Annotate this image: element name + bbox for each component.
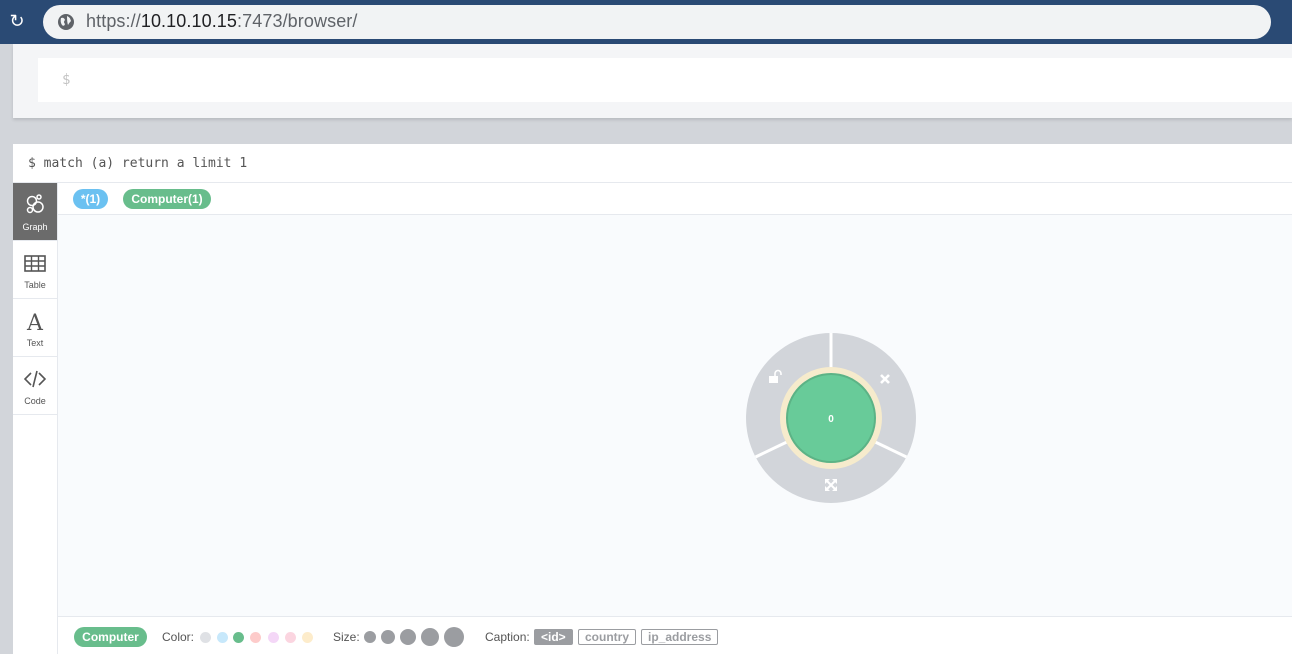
url-path: :7473/browser/ — [237, 11, 358, 31]
graph-canvas[interactable]: 0 — [58, 215, 1292, 616]
color-swatch[interactable] — [200, 632, 211, 643]
url-host: 10.10.10.15 — [140, 11, 238, 31]
reload-icon[interactable]: ↻ — [6, 10, 28, 32]
view-label-table: Table — [24, 280, 46, 290]
pill-all-nodes[interactable]: *(1) — [73, 189, 108, 209]
node-context-menu: 0 — [746, 333, 916, 503]
legend-label-tag[interactable]: Computer — [74, 627, 147, 647]
frame-query[interactable]: $ match (a) return a limit 1 — [28, 156, 247, 171]
color-swatch[interactable] — [217, 632, 228, 643]
label-pills-bar: *(1) Computer(1) — [58, 183, 1292, 215]
node-caption: 0 — [828, 414, 834, 425]
view-button-table[interactable]: Table — [13, 241, 57, 299]
color-label: Color: — [162, 630, 195, 644]
caption-option-id[interactable]: <id> — [534, 629, 573, 645]
caption-option-country[interactable]: country — [578, 629, 637, 645]
editor-prompt: $ — [62, 72, 71, 88]
svg-text:A: A — [26, 311, 44, 333]
graph-icon — [26, 194, 44, 214]
size-option[interactable] — [444, 627, 464, 647]
address-bar[interactable]: https://10.10.10.15:7473/browser/ — [43, 5, 1271, 39]
color-swatch[interactable] — [250, 632, 261, 643]
editor-panel: $ — [13, 44, 1292, 118]
size-option[interactable] — [381, 630, 395, 644]
view-button-text[interactable]: A Text — [13, 299, 57, 357]
size-option[interactable] — [364, 631, 376, 643]
size-option[interactable] — [400, 629, 416, 645]
caption-option-ip-address[interactable]: ip_address — [641, 629, 719, 645]
browser-toolbar: ↻ https://10.10.10.15:7473/browser/ — [0, 0, 1292, 44]
text-icon: A — [26, 311, 44, 333]
globe-icon — [58, 14, 74, 30]
url-scheme: https:// — [86, 11, 141, 31]
size-option[interactable] — [421, 628, 439, 646]
frame-title-bar: $ match (a) return a limit 1 — [13, 144, 1292, 183]
view-sidebar: Graph Table A Text Code — [13, 183, 58, 654]
color-swatch[interactable] — [233, 632, 244, 643]
query-editor[interactable]: $ — [38, 58, 1292, 102]
view-label-text: Text — [26, 338, 44, 348]
color-swatch[interactable] — [268, 632, 279, 643]
view-label-code: Code — [24, 396, 46, 406]
caption-label: Caption: — [485, 630, 530, 644]
size-label: Size: — [333, 630, 360, 644]
result-frame: $ match (a) return a limit 1 Graph Table — [13, 144, 1292, 654]
url-text: https://10.10.10.15:7473/browser/ — [86, 11, 358, 32]
view-button-code[interactable]: Code — [13, 357, 57, 415]
color-swatch[interactable] — [302, 632, 313, 643]
style-legend-bar: Computer Color: Size: Caption: <id> coun… — [58, 616, 1292, 654]
pill-computer[interactable]: Computer(1) — [123, 189, 211, 209]
view-button-graph[interactable]: Graph — [13, 183, 57, 241]
view-label-graph: Graph — [22, 222, 48, 232]
code-icon — [24, 370, 46, 388]
color-swatch[interactable] — [285, 632, 296, 643]
table-icon — [24, 255, 46, 272]
